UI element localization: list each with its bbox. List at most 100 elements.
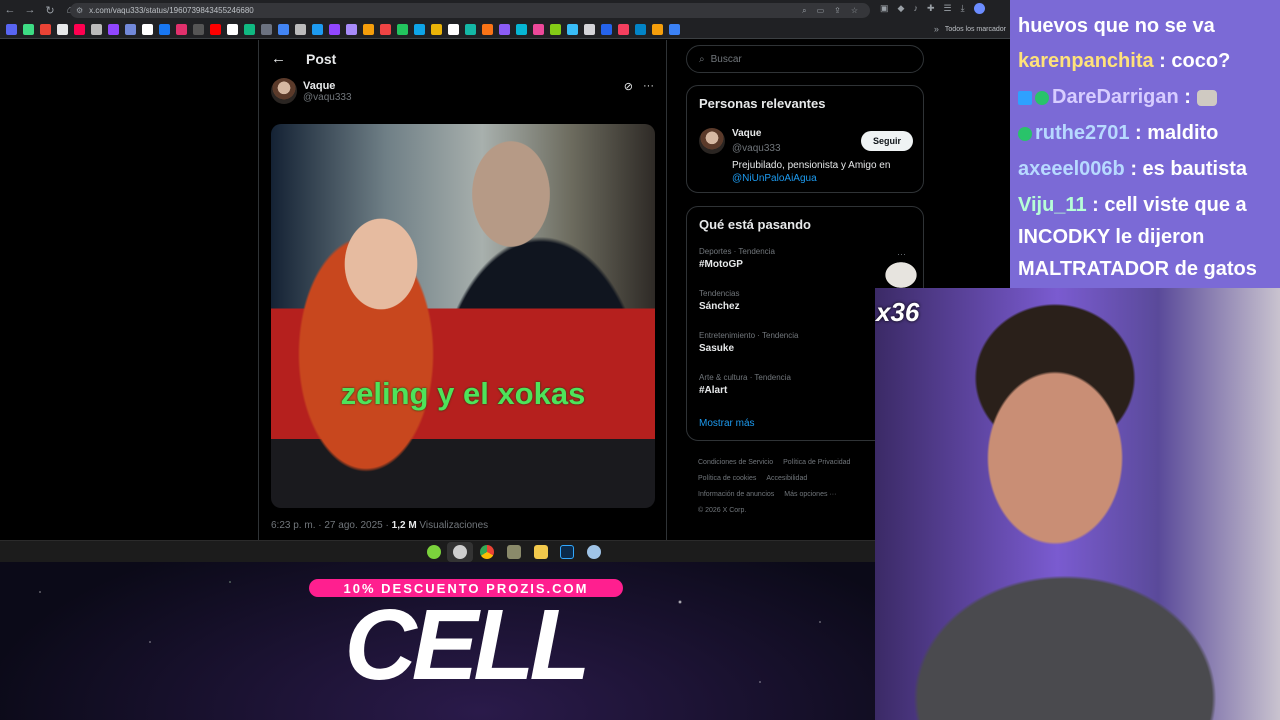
bookmark-favicon[interactable] xyxy=(601,23,612,35)
badge-icon xyxy=(1018,90,1032,105)
bookmark-favicon[interactable] xyxy=(176,23,187,35)
bookmark-favicon[interactable] xyxy=(414,23,425,35)
bookmark-favicon[interactable] xyxy=(125,23,136,35)
app-icon[interactable] xyxy=(507,545,521,559)
folder-icon[interactable] xyxy=(534,545,548,559)
author-info: Vaque @vaqu333 xyxy=(303,80,352,103)
bookmark-favicon[interactable] xyxy=(57,23,68,35)
avatar[interactable] xyxy=(699,128,725,154)
search-input[interactable] xyxy=(710,53,911,65)
bookmark-favicon[interactable] xyxy=(193,23,204,35)
bookmark-favicon[interactable] xyxy=(159,23,170,35)
bookmark-favicon[interactable] xyxy=(210,23,221,35)
bookmark-favicon[interactable] xyxy=(40,23,51,35)
bookmark-favicon[interactable] xyxy=(278,23,289,35)
footer-terms-link[interactable]: Condiciones de Servicio xyxy=(698,459,773,466)
audio-icon[interactable]: ♪ xyxy=(913,3,918,14)
bookmark-favicon[interactable] xyxy=(448,23,459,35)
bookmark-favicon[interactable] xyxy=(533,23,544,35)
bookmark-favicon[interactable] xyxy=(108,23,119,35)
footer-accessibility-link[interactable]: Accesibilidad xyxy=(766,475,807,482)
share-icon[interactable]: ⇪ xyxy=(834,6,841,15)
bookmark-favicon[interactable] xyxy=(363,23,374,35)
bookmark-favicon[interactable] xyxy=(261,23,272,35)
footer-cookies-link[interactable]: Política de cookies xyxy=(698,475,756,482)
address-url[interactable]: x.com/vaqu333/status/1960739843455246680 xyxy=(89,6,254,15)
app-launcher-icon[interactable] xyxy=(427,545,441,559)
bookmark-favicon[interactable] xyxy=(635,23,646,35)
bookmark-favicon[interactable] xyxy=(669,23,680,35)
footer-privacy-link[interactable]: Política de Privacidad xyxy=(783,459,850,466)
bookmark-favicon[interactable] xyxy=(23,23,34,35)
follow-button[interactable]: Seguir xyxy=(861,131,913,151)
bookmark-favicon[interactable] xyxy=(652,23,663,35)
bookmark-favicon[interactable] xyxy=(295,23,306,35)
post-image[interactable]: zeling y el xokas xyxy=(271,124,655,508)
relevant-user-handle[interactable]: @vaqu333 xyxy=(732,143,781,154)
views-label: Visualizaciones xyxy=(416,520,489,531)
back-nav-icon[interactable]: ← xyxy=(0,0,20,20)
bookmark-favicon[interactable] xyxy=(397,23,408,35)
author-name[interactable]: Vaque xyxy=(303,80,352,92)
obs-icon[interactable] xyxy=(453,545,467,559)
extensions-puzzle-icon[interactable]: ✚ xyxy=(927,3,935,14)
bio-mention-link[interactable]: @NiUnPaloAiAgua xyxy=(732,173,817,184)
avatar[interactable] xyxy=(271,78,297,104)
more-options-icon[interactable]: ··· xyxy=(643,80,654,93)
bookmark-favicon[interactable] xyxy=(74,23,85,35)
author-handle[interactable]: @vaqu333 xyxy=(303,92,352,103)
search-box[interactable]: ⌕ xyxy=(686,45,924,73)
omnibox-actions: ⌕ ▭ ⇪ ☆ xyxy=(802,3,858,18)
bookmark-favicon[interactable] xyxy=(618,23,629,35)
footer-more-link[interactable]: Más opciones ··· xyxy=(784,491,836,498)
reload-icon[interactable]: ↻ xyxy=(40,0,60,20)
bookmark-favicon[interactable] xyxy=(465,23,476,35)
bookmark-favicon[interactable] xyxy=(431,23,442,35)
app-icon[interactable] xyxy=(587,545,601,559)
back-arrow-icon[interactable]: ← xyxy=(271,50,286,67)
downloads-icon[interactable]: ⤓ xyxy=(961,3,965,14)
reading-list-icon[interactable]: ☰ xyxy=(943,3,951,14)
footer-ads-link[interactable]: Información de anuncios xyxy=(698,491,774,498)
extension-icon[interactable]: ▣ xyxy=(880,3,889,14)
bookmark-favicon[interactable] xyxy=(346,23,357,35)
bookmark-favicon[interactable] xyxy=(550,23,561,35)
bookmark-favicon[interactable] xyxy=(567,23,578,35)
bookmark-star-icon[interactable]: ☆ xyxy=(851,6,858,15)
chat-username: ruthe2701 xyxy=(1035,122,1130,144)
chat-text: MALTRATADOR de gatos xyxy=(1018,258,1257,280)
relevant-user-name[interactable]: Vaque xyxy=(732,128,761,139)
bookmark-favicon[interactable] xyxy=(584,23,595,35)
bookmark-favicon[interactable] xyxy=(499,23,510,35)
bookmark-favicon[interactable] xyxy=(516,23,527,35)
cast-icon[interactable]: ▭ xyxy=(817,6,825,15)
bookmark-favicon[interactable] xyxy=(227,23,238,35)
bookmark-favicon[interactable] xyxy=(244,23,255,35)
bookmark-favicon[interactable] xyxy=(329,23,340,35)
extension-icon[interactable]: ◆ xyxy=(898,3,905,14)
post-timestamp[interactable]: 6:23 p. m. · 27 ago. 2025 · xyxy=(271,520,392,531)
page-title: Post xyxy=(306,50,337,67)
chat-message: Viju_11 : cell viste que a xyxy=(1018,189,1247,221)
bookmarks-folder[interactable]: Todos los marcador xyxy=(945,26,1010,33)
profile-avatar[interactable] xyxy=(973,3,985,14)
chat-username: karenpanchita xyxy=(1018,50,1154,72)
zoom-icon[interactable]: ⌕ xyxy=(802,6,806,16)
site-info-icon[interactable]: ⚙ xyxy=(76,6,83,15)
photoshop-icon[interactable] xyxy=(560,545,574,559)
show-more-link[interactable]: Mostrar más xyxy=(699,418,755,429)
webcam-feed xyxy=(875,288,1280,720)
grok-icon[interactable]: ⊘ xyxy=(624,80,633,93)
post-author[interactable]: Vaque @vaqu333 xyxy=(271,78,352,104)
chrome-icon[interactable] xyxy=(480,545,494,559)
bookmark-favicon[interactable] xyxy=(142,23,153,35)
bookmark-favicon[interactable] xyxy=(312,23,323,35)
bookmark-favicon[interactable] xyxy=(6,23,17,35)
address-bar[interactable]: ⚙ x.com/vaqu333/status/19607398434552466… xyxy=(70,3,870,18)
bookmark-favicon[interactable] xyxy=(380,23,391,35)
bookmark-favicon[interactable] xyxy=(482,23,493,35)
bookmark-favicon[interactable] xyxy=(91,23,102,35)
bookmarks-overflow-icon[interactable]: » xyxy=(934,24,939,34)
forward-nav-icon[interactable]: → xyxy=(20,0,40,20)
relevant-people-title: Personas relevantes xyxy=(699,96,826,111)
